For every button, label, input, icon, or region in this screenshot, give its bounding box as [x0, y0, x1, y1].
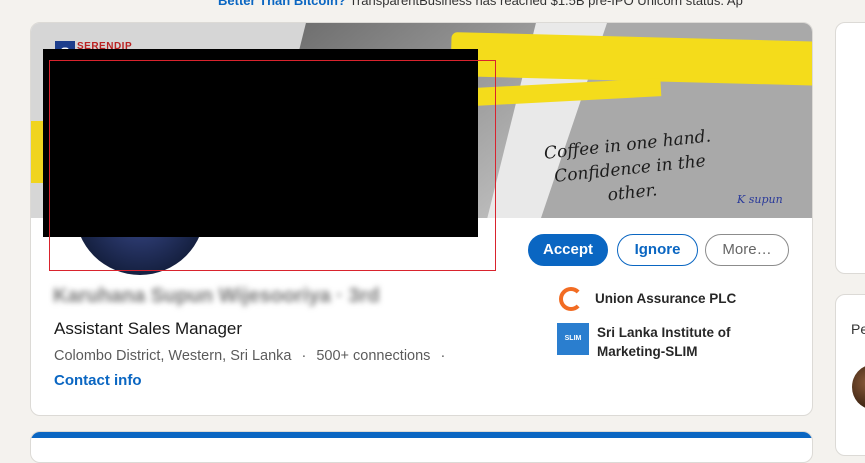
profile-connections[interactable]: 500+ connections — [316, 348, 430, 364]
sidebar-heading: Pe — [851, 321, 865, 337]
profile-location: Colombo District, Western, Sri Lanka — [54, 348, 292, 364]
sidebar-card — [835, 22, 865, 274]
avatar[interactable] — [852, 365, 865, 409]
highlight-box — [49, 60, 496, 271]
next-card — [30, 431, 813, 463]
card-top-bar — [31, 432, 812, 438]
ticker-text: TransparentBusiness has reached $1.5B pr… — [349, 0, 743, 8]
contact-info-link[interactable]: Contact info — [54, 372, 142, 389]
ignore-button[interactable]: Ignore — [617, 234, 698, 266]
school-name: Sri Lanka Institute of Marketing-SLIM — [597, 325, 731, 359]
ticker-headline[interactable]: Better Than Bitcoin? — [218, 0, 346, 8]
education-item[interactable]: SLIM Sri Lanka Institute of Marketing-SL… — [557, 323, 747, 361]
meta-separator: · — [301, 348, 307, 364]
company-name: Union Assurance PLC — [595, 291, 737, 306]
profile-name: Karuhana Supun Wijesooriya · 3rd — [53, 285, 380, 307]
more-button[interactable]: More… — [705, 234, 789, 266]
banner-signature: K supun — [737, 193, 783, 206]
profile-headline: Assistant Sales Manager — [54, 319, 243, 338]
slim-icon: SLIM — [557, 323, 589, 355]
profile-meta: Colombo District, Western, Sri Lanka · 5… — [54, 348, 451, 364]
company-item[interactable]: Union Assurance PLC — [559, 287, 736, 311]
accept-button[interactable]: Accept — [528, 234, 608, 266]
profile-card: S SERENDIP Coffee in one hand. Confidenc… — [30, 22, 813, 416]
union-assurance-icon — [559, 287, 583, 311]
meta-separator: · — [440, 348, 446, 364]
sidebar-card: Pe — [835, 294, 865, 456]
news-ticker[interactable]: Better Than Bitcoin? TransparentBusiness… — [218, 0, 743, 8]
